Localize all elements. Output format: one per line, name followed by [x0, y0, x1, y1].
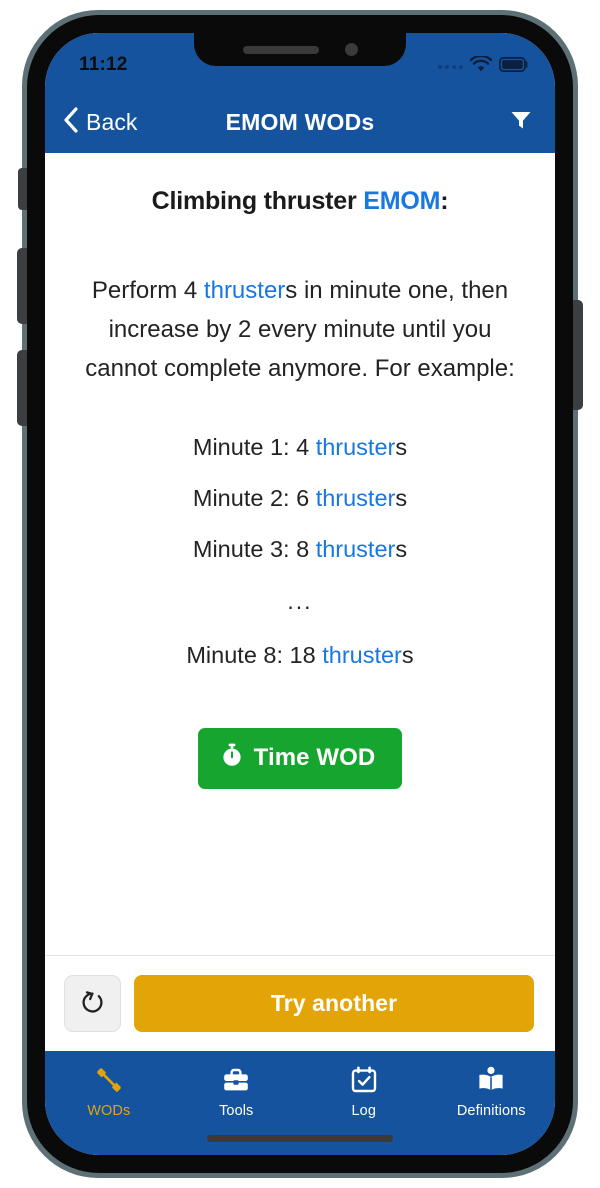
list-item: Minute 8: 18 thrusters [69, 641, 531, 670]
tab-label: Tools [219, 1103, 254, 1119]
try-another-button[interactable]: Try another [134, 975, 534, 1032]
description-part-1: Perform 4 [91, 277, 204, 304]
minute-label: Minute 8: 18 [186, 641, 323, 668]
emom-link[interactable]: EMOM [363, 187, 440, 215]
workout-title-prefix: Climbing thruster [151, 187, 364, 215]
tab-label: Log [351, 1103, 376, 1119]
time-wod-label: Time WOD [253, 744, 376, 772]
thruster-link[interactable]: thruster [316, 536, 396, 562]
workout-description: Perform 4 thrusters in minute one, then … [69, 272, 531, 389]
phone-mockup: 11:12 Back EMOM WODs Climbing thruster E… [0, 0, 600, 1188]
thruster-link[interactable]: thruster [204, 277, 285, 304]
time-wod-button[interactable]: Time WOD [197, 727, 403, 789]
tab-label: Definitions [456, 1103, 526, 1119]
example-list: Minute 1: 4 thrusters Minute 2: 6 thrust… [69, 433, 531, 692]
bottom-tab-bar: WODs Tools Log Definitions [45, 1051, 555, 1155]
volume-down-button[interactable] [17, 350, 27, 426]
chevron-left-icon [63, 106, 79, 138]
list-item: Minute 2: 6 thrusters [69, 484, 531, 513]
volume-up-button[interactable] [17, 248, 27, 324]
calendar-check-icon [350, 1065, 378, 1095]
silent-switch-button[interactable] [18, 168, 27, 210]
workout-title-suffix: : [440, 187, 449, 215]
navigation-bar: Back EMOM WODs [45, 91, 555, 153]
minute-label: Minute 1: 4 [192, 433, 316, 460]
front-camera [344, 43, 358, 56]
battery-full-icon [499, 56, 529, 77]
refresh-button[interactable] [64, 975, 121, 1032]
status-clock: 11:12 [79, 54, 128, 75]
device-notch [194, 33, 406, 66]
status-bar: 11:12 [45, 33, 555, 91]
workout-content: Climbing thruster EMOM: Perform 4 thrust… [45, 153, 555, 955]
toolbox-icon [221, 1065, 251, 1095]
phone-screen: 11:12 Back EMOM WODs Climbing thruster E… [45, 33, 555, 1155]
earpiece-speaker [242, 45, 319, 54]
list-ellipsis: ... [287, 587, 313, 614]
filter-funnel-icon [509, 108, 533, 137]
action-bar: Try another [45, 956, 555, 1051]
home-indicator [207, 1135, 393, 1142]
tab-log[interactable]: Log [300, 1065, 428, 1119]
dumbbell-icon [94, 1065, 124, 1095]
minute-suffix: s [395, 433, 408, 460]
tab-definitions[interactable]: Definitions [428, 1065, 556, 1119]
workout-title: Climbing thruster EMOM: [69, 187, 531, 216]
open-book-icon [476, 1065, 506, 1095]
stopwatch-icon [221, 743, 243, 774]
refresh-counterclockwise-icon [79, 989, 106, 1019]
thruster-link[interactable]: thruster [316, 434, 396, 460]
signal-dots-icon [438, 64, 463, 69]
minute-label: Minute 2: 6 [192, 485, 316, 511]
tab-label: WODs [87, 1103, 131, 1119]
back-button-label: Back [86, 108, 138, 135]
minute-suffix: s [401, 641, 414, 668]
list-item: Minute 1: 4 thrusters [69, 433, 531, 462]
back-button[interactable]: Back [63, 106, 138, 138]
time-wod-container: Time WOD [69, 727, 531, 789]
status-indicators [438, 54, 529, 77]
wifi-icon [469, 54, 493, 77]
list-item: Minute 3: 8 thrusters [69, 535, 531, 564]
tab-wods[interactable]: WODs [45, 1065, 173, 1119]
thruster-link[interactable]: thruster [316, 485, 396, 511]
minute-label: Minute 3: 8 [192, 536, 316, 563]
power-button[interactable] [573, 300, 583, 410]
minute-suffix: s [395, 536, 408, 563]
tab-tools[interactable]: Tools [173, 1065, 301, 1119]
thruster-link[interactable]: thruster [322, 642, 402, 668]
filter-button[interactable] [509, 108, 533, 137]
minute-suffix: s [395, 485, 408, 511]
